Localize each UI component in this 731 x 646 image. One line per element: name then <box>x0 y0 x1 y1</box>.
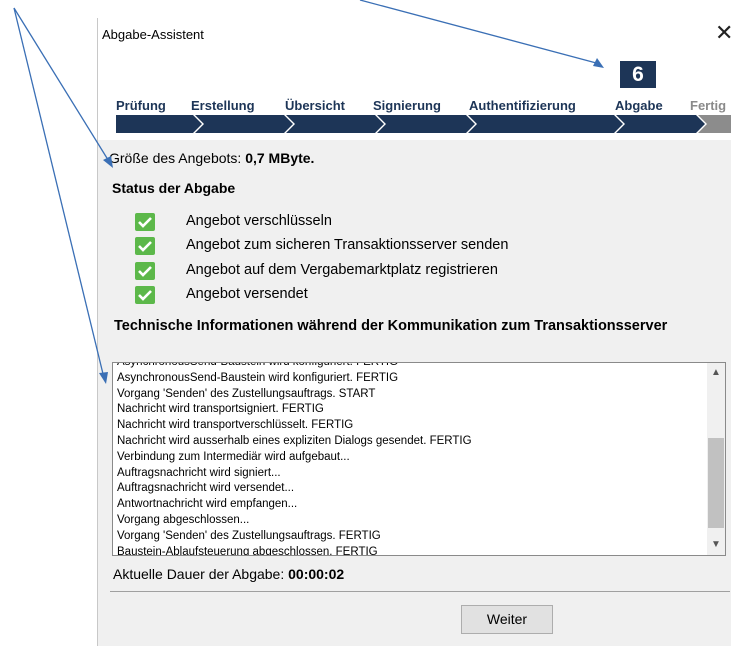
window-title: Abgabe-Assistent <box>102 27 204 42</box>
offer-size-label: Größe des Angebots: <box>109 150 246 166</box>
duration-line: Aktuelle Dauer der Abgabe: 00:00:02 <box>113 566 344 582</box>
step-authentifizierung: Authentifizierung <box>469 98 576 113</box>
progress-segment-pruefung <box>116 115 202 133</box>
progress-segment-signierung <box>377 115 475 133</box>
progress-segment-abgabe <box>616 115 705 133</box>
communication-log[interactable]: AsynchronousSend-Baustein wird konfiguri… <box>112 362 726 556</box>
log-line: Antwortnachricht wird empfangen... <box>117 498 298 511</box>
status-item-label: Angebot auf dem Vergabemarktplatz regist… <box>186 262 498 278</box>
log-line: AsynchronousSend-Baustein wird konfiguri… <box>117 371 399 384</box>
checkmark-icon <box>135 237 155 255</box>
scroll-up-icon[interactable]: ▲ <box>711 367 721 378</box>
step-fertig: Fertig <box>690 98 727 113</box>
status-item-label: Angebot verschlüsseln <box>186 213 332 229</box>
log-line: Nachricht wird transportsigniert. FERTIG <box>117 403 324 416</box>
footer-divider <box>110 591 730 592</box>
log-scrollbar[interactable]: ▲ ▼ <box>707 363 725 555</box>
log-lines: AsynchronousSend-Baustein wird konfiguri… <box>117 362 705 556</box>
log-line: Nachricht wird transportverschlüsselt. F… <box>117 419 354 432</box>
step-pruefung: Prüfung <box>116 98 166 113</box>
step-abgabe: Abgabe <box>615 98 663 113</box>
log-line: AsynchronousSend-Baustein wird konfiguri… <box>117 362 399 368</box>
log-line: Nachricht wird ausserhalb eines explizit… <box>117 434 472 447</box>
duration-label: Aktuelle Dauer der Abgabe: <box>113 566 289 582</box>
status-item-label: Angebot zum sicheren Transaktionsserver … <box>186 237 509 253</box>
dialog-header: Abgabe-Assistent ✕ 6 Prüfung Erstellung … <box>98 18 731 140</box>
abgabe-assistent-dialog: Abgabe-Assistent ✕ 6 Prüfung Erstellung … <box>97 18 731 646</box>
scroll-thumb[interactable] <box>708 438 724 528</box>
log-line: Auftragsnachricht wird versendet... <box>117 482 295 495</box>
arrow-to-offer-size <box>13 7 111 164</box>
step-signierung: Signierung <box>373 98 441 113</box>
log-line: Vorgang 'Senden' des Zustellungsauftrags… <box>117 529 381 542</box>
next-button[interactable]: Weiter <box>461 605 553 634</box>
status-section-title: Status der Abgabe <box>112 180 236 196</box>
progress-segment-authentifizierung <box>468 115 623 133</box>
wizard-progress-bar <box>116 115 731 133</box>
tech-info-title: Technische Informationen während der Kom… <box>114 318 668 334</box>
checkmark-icon <box>135 262 155 280</box>
checkmark-icon <box>135 213 155 231</box>
status-item-label: Angebot versendet <box>186 286 308 302</box>
progress-segment-erstellung <box>195 115 293 133</box>
scroll-down-icon[interactable]: ▼ <box>711 539 721 550</box>
checkmark-icon <box>135 286 155 304</box>
offer-size-value: 0,7 MByte. <box>245 150 315 166</box>
offer-size-line: Größe des Angebots: 0,7 MByte. <box>109 150 314 166</box>
log-line: Verbindung zum Intermediär wird aufgebau… <box>117 450 350 463</box>
arrow-to-log <box>13 7 105 379</box>
progress-segment-uebersicht <box>286 115 384 133</box>
current-step-badge: 6 <box>620 61 656 88</box>
step-uebersicht: Übersicht <box>285 98 345 113</box>
log-line: Vorgang abgeschlossen... <box>117 513 250 526</box>
close-icon[interactable]: ✕ <box>715 20 731 46</box>
log-line: Auftragsnachricht wird signiert... <box>117 466 281 479</box>
log-line: Vorgang 'Senden' des Zustellungsauftrags… <box>117 387 376 400</box>
step-erstellung: Erstellung <box>191 98 255 113</box>
duration-value: 00:00:02 <box>288 566 345 582</box>
log-line: Baustein-Ablaufsteuerung abgeschlossen. … <box>117 545 378 556</box>
